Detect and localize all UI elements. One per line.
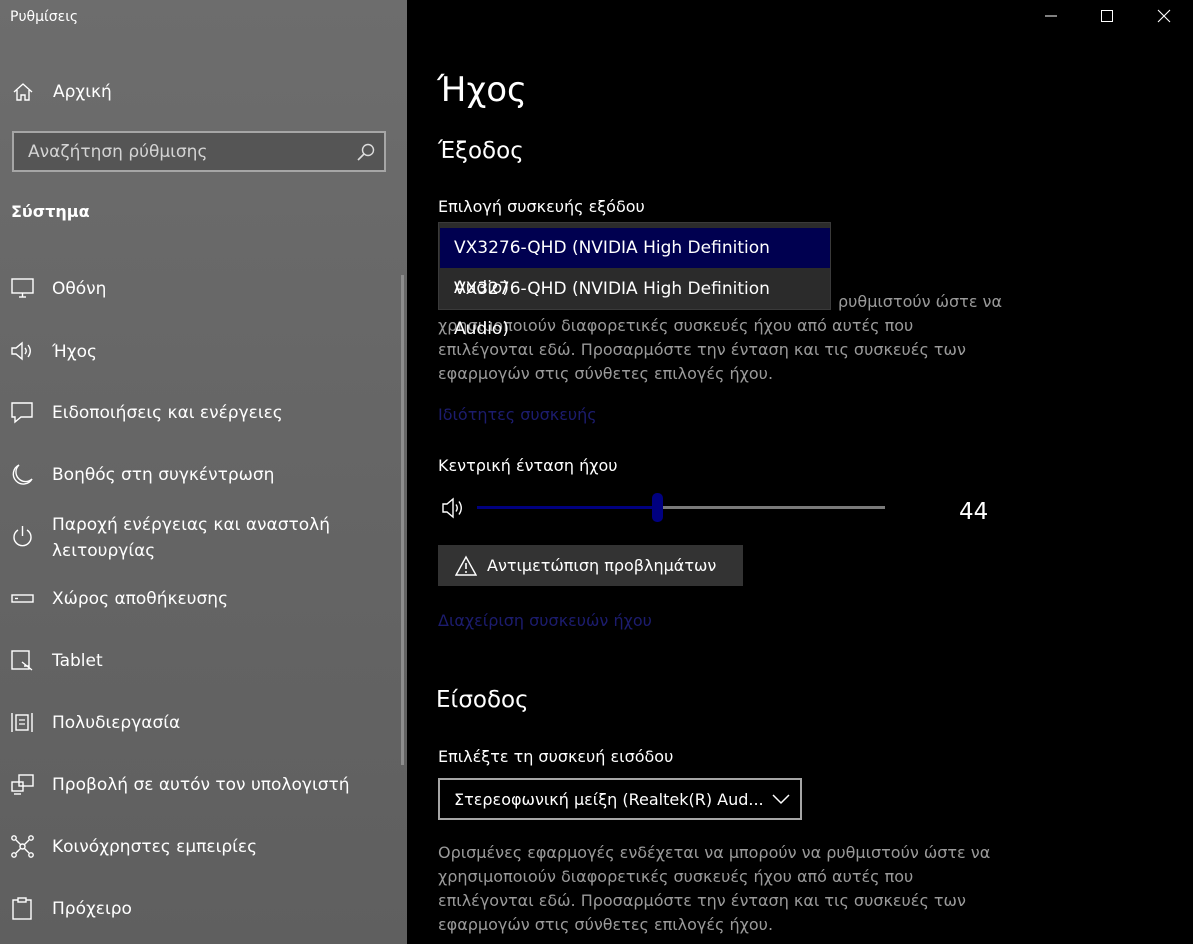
close-icon xyxy=(1157,9,1171,23)
input-heading: Είσοδος xyxy=(436,687,529,713)
close-button[interactable] xyxy=(1135,0,1193,32)
sidebar-scrollbar[interactable] xyxy=(401,275,404,765)
volume-slider-thumb[interactable] xyxy=(651,493,663,522)
monitor-icon xyxy=(11,278,34,298)
home-icon xyxy=(13,83,33,101)
output-heading: Έξοδος xyxy=(438,138,524,164)
sidebar-item-label: Κοινόχρηστες εμπειρίες xyxy=(52,837,258,857)
input-device-label: Επιλέξτε τη συσκευή εισόδου xyxy=(438,747,674,766)
sidebar-item-clipboard[interactable]: Πρόχειρο xyxy=(0,886,400,934)
sidebar-item-multitasking[interactable]: Πολυδιεργασία xyxy=(0,700,400,748)
sidebar-item-sound[interactable]: Ήχος xyxy=(0,329,400,377)
dropdown-option-selected[interactable]: VX3276-QHD (NVIDIA High Definition Audio… xyxy=(440,228,830,298)
dropdown-option[interactable]: VX3276-QHD (NVIDIA High Definition Audio… xyxy=(440,269,830,339)
input-description-line: επιλέγονται εδώ. Προσαρμόστε την ένταση … xyxy=(438,891,966,910)
sidebar-item-label: Βοηθός στη συγκέντρωση xyxy=(52,465,275,485)
maximize-icon xyxy=(1101,10,1113,22)
shared-icon xyxy=(11,835,34,858)
sidebar-item-tablet[interactable]: Tablet xyxy=(0,638,400,686)
manage-sound-devices-link[interactable]: Διαχείριση συσκευών ήχου xyxy=(438,611,652,630)
sidebar-item-label: Οθόνη xyxy=(52,279,107,299)
input-device-select[interactable]: Στερεοφωνική μείξη (Realtek(R) Aud... xyxy=(438,778,802,820)
master-volume-label: Κεντρική ένταση ήχου xyxy=(438,456,618,475)
notification-icon xyxy=(11,402,33,424)
output-device-dropdown-list[interactable]: VX3276-QHD (NVIDIA High Definition Audio… xyxy=(438,222,831,339)
sidebar-item-label: Ήχος xyxy=(52,342,98,362)
clipboard-icon xyxy=(12,897,32,920)
speaker-icon[interactable] xyxy=(441,497,467,519)
volume-slider-fill xyxy=(477,506,657,509)
volume-value: 44 xyxy=(959,499,989,525)
input-description-line: Ορισμένες εφαρμογές ενδέχεται να μπορούν… xyxy=(438,843,991,862)
sidebar-item-notifications[interactable]: Ειδοποιήσεις και ενέργειες xyxy=(0,390,400,438)
chevron-down-icon xyxy=(772,794,790,805)
search-box[interactable] xyxy=(12,131,386,172)
input-device-value: Στερεοφωνική μείξη (Realtek(R) Aud... xyxy=(454,790,764,809)
search-icon[interactable] xyxy=(356,142,376,162)
output-description-tail: ρυθμιστούν ώστε να xyxy=(838,292,1003,311)
sidebar-item-label: Πρόχειρο xyxy=(52,899,132,919)
sidebar-item-label: Χώρος αποθήκευσης xyxy=(52,589,229,609)
input-description-line: χρησιμοποιούν διαφορετικές συσκευές ήχου… xyxy=(438,867,914,886)
sidebar-item-shared-experiences[interactable]: Κοινόχρηστες εμπειρίες xyxy=(0,824,400,872)
troubleshoot-label: Αντιμετώπιση προβλημάτων xyxy=(487,556,717,575)
sidebar-item-label: Πολυδιεργασία xyxy=(52,713,181,733)
troubleshoot-button[interactable]: Αντιμετώπιση προβλημάτων xyxy=(438,545,743,586)
input-description-line: εφαρμογών στις σύνθετες επιλογές ήχου. xyxy=(438,915,774,934)
sidebar-item-label: Tablet xyxy=(52,651,103,671)
home-label: Αρχική xyxy=(53,82,112,102)
power-icon xyxy=(13,526,32,547)
moon-icon xyxy=(12,464,33,485)
minimize-button[interactable] xyxy=(1022,0,1080,32)
projecting-icon xyxy=(11,774,34,795)
output-description-line: επιλέγονται εδώ. Προσαρμόστε την ένταση … xyxy=(438,340,966,359)
minimize-icon xyxy=(1045,15,1057,17)
tablet-icon xyxy=(11,650,33,671)
output-device-label: Επιλογή συσκευής εξόδου xyxy=(438,197,645,216)
page-title: Ήχος xyxy=(437,70,528,110)
device-properties-link[interactable]: Ιδιότητες συσκευής xyxy=(438,405,597,424)
sidebar-item-storage[interactable]: Χώρος αποθήκευσης xyxy=(0,576,400,624)
volume-slider[interactable] xyxy=(440,493,1000,523)
maximize-button[interactable] xyxy=(1078,0,1136,32)
sidebar-item-display[interactable]: Οθόνη xyxy=(0,266,400,314)
sidebar-item-focus-assist[interactable]: Βοηθός στη συγκέντρωση xyxy=(0,452,400,500)
warning-icon xyxy=(455,555,477,576)
app-title: Ρυθμίσεις xyxy=(10,9,79,25)
output-description-line: εφαρμογών στις σύνθετες επιλογές ήχου. xyxy=(438,364,774,383)
sidebar-item-label: Παροχή ενέργειας και αναστολή λειτουργία… xyxy=(52,515,330,561)
sidebar-item-projecting[interactable]: Προβολή σε αυτόν τον υπολογιστή xyxy=(0,762,400,810)
sidebar: Ρυθμίσεις Αρχική Σύστημα Οθόνη Ήχος xyxy=(0,0,407,944)
search-input[interactable] xyxy=(14,133,344,170)
sidebar-item-power-sleep[interactable]: Παροχή ενέργειας και αναστολή λειτουργία… xyxy=(0,510,400,570)
speaker-icon xyxy=(11,341,31,361)
home-nav-item[interactable]: Αρχική xyxy=(0,72,407,112)
sidebar-item-label: Προβολή σε αυτόν τον υπολογιστή xyxy=(52,775,350,795)
storage-icon xyxy=(11,594,34,603)
section-heading-system: Σύστημα xyxy=(11,202,90,221)
multitasking-icon xyxy=(11,713,33,732)
sidebar-item-label: Ειδοποιήσεις και ενέργειες xyxy=(52,403,283,423)
output-description-line: χρησιμοποιούν διαφορετικές συσκευές ήχου… xyxy=(438,316,914,335)
